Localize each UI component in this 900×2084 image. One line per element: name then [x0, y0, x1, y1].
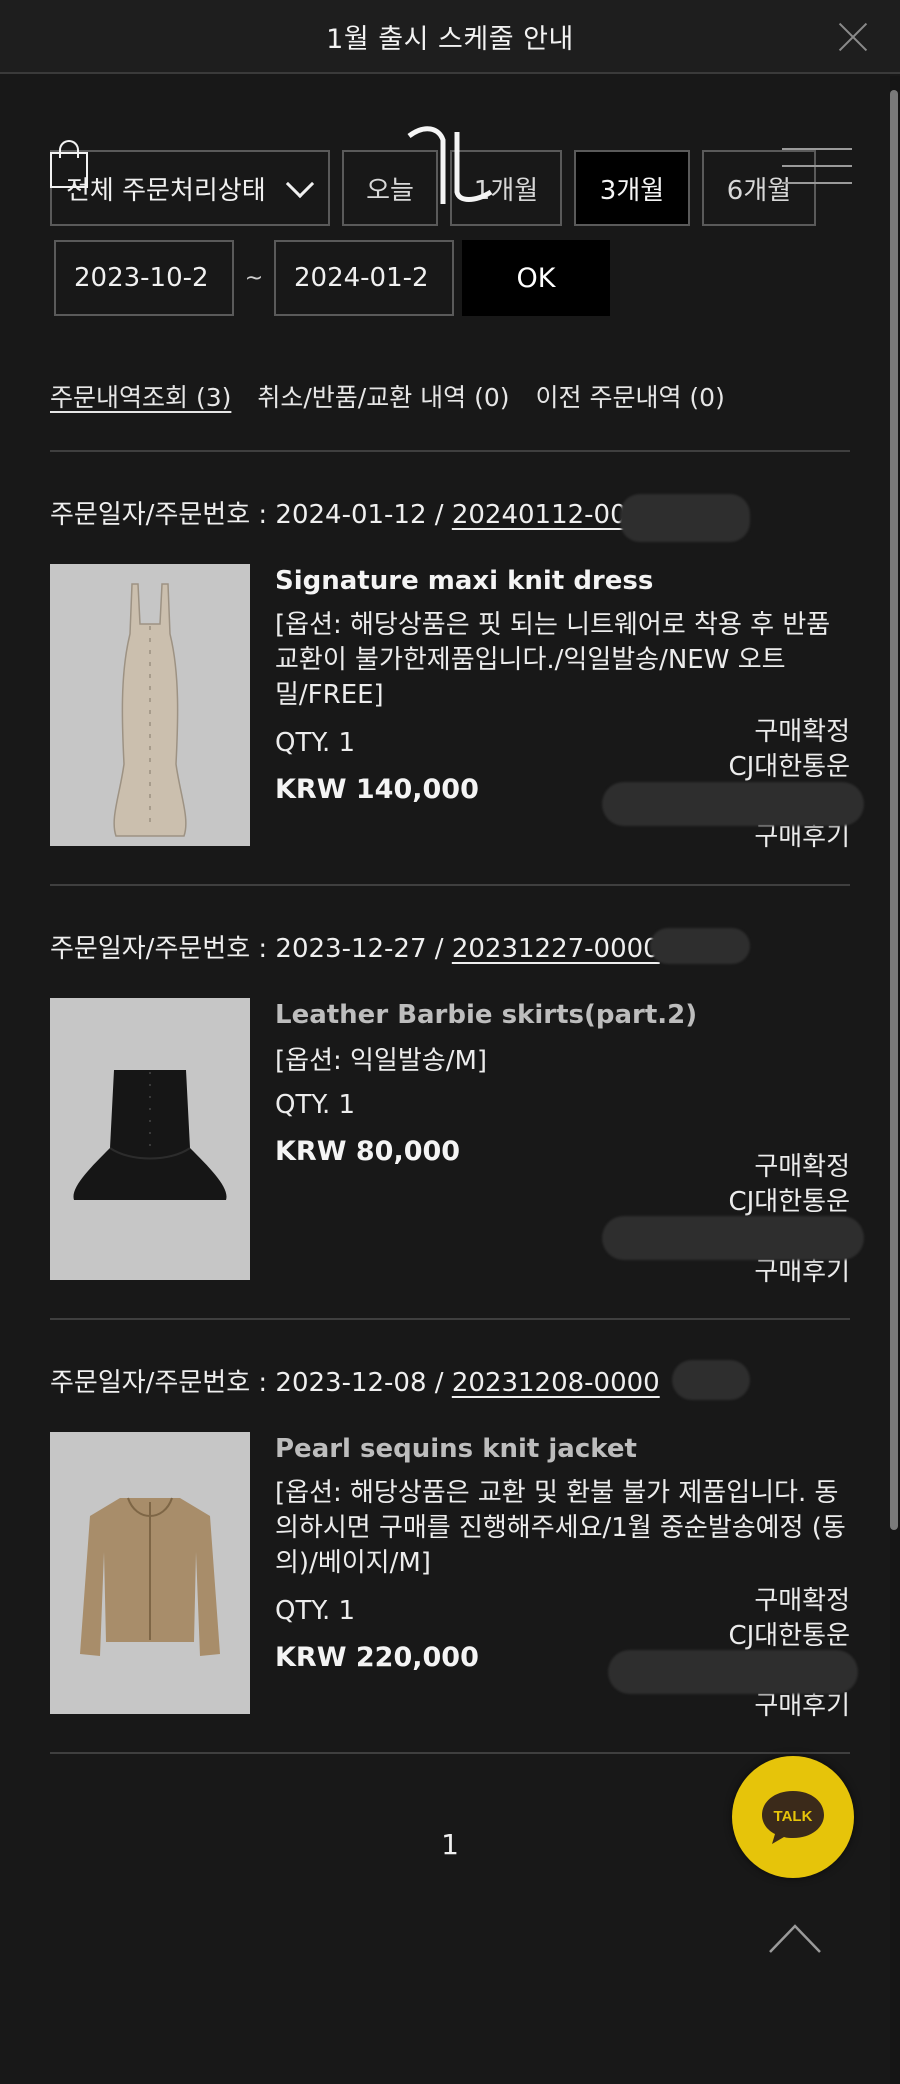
- order-tabs: 주문내역조회 (3) 취소/반품/교환 내역 (0) 이전 주문내역 (0): [50, 378, 725, 414]
- product-options: [옵션: 해당상품은 핏 되는 니트웨어로 착용 후 반품 교환이 불가한제품입…: [275, 610, 831, 710]
- redaction-mark: [608, 1650, 858, 1694]
- product-name[interactable]: Pearl sequins knit jacket: [275, 1434, 637, 1464]
- kakao-talk-button[interactable]: TALK: [732, 1756, 854, 1878]
- order-header: 주문일자/주문번호 : 2024-01-12 / 20240112-00000: [50, 494, 676, 531]
- product-image-dress[interactable]: [50, 564, 250, 846]
- notice-banner[interactable]: 1월 출시 스케줄 안내: [0, 0, 900, 74]
- order-date-label: 주문일자/주문번호 : 2023-12-08 /: [50, 1368, 452, 1398]
- product-price: KRW 80,000: [275, 1136, 461, 1167]
- product-image-jacket[interactable]: [50, 1432, 250, 1714]
- order-status-select[interactable]: 전체 주문처리상태: [50, 150, 330, 226]
- product-price: KRW 220,000: [275, 1642, 479, 1673]
- divider: [50, 450, 850, 452]
- review-link[interactable]: 구매후기: [590, 1689, 850, 1724]
- redaction-mark: [650, 928, 750, 964]
- product-options: [옵션: 익일발송/M]: [275, 1046, 488, 1076]
- chevron-down-icon: [285, 169, 315, 199]
- order-header: 주문일자/주문번호 : 2023-12-08 / 20231208-0000: [50, 1362, 660, 1399]
- product-qty: QTY. 1: [275, 728, 356, 758]
- shopping-bag-icon[interactable]: [50, 140, 88, 188]
- product-name[interactable]: Signature maxi knit dress: [275, 566, 653, 596]
- product-qty: QTY. 1: [275, 1090, 356, 1120]
- courier-name[interactable]: CJ대한통운: [590, 1185, 850, 1220]
- date-to-input[interactable]: 2024-01-2: [274, 240, 454, 316]
- courier-name[interactable]: CJ대한통운: [590, 1619, 850, 1654]
- tab-order-history[interactable]: 주문내역조회 (3): [50, 378, 231, 414]
- divider: [50, 884, 850, 886]
- product-qty: QTY. 1: [275, 1596, 356, 1626]
- divider: [50, 1752, 850, 1754]
- order-status: 구매확정: [754, 1152, 850, 1182]
- hamburger-menu-icon[interactable]: [782, 148, 852, 184]
- order-status-value: 전체 주문처리상태: [66, 175, 266, 206]
- order-date-label: 주문일자/주문번호 : 2023-12-27 /: [50, 934, 452, 964]
- tab-cancel-return[interactable]: 취소/반품/교환 내역 (0): [257, 378, 509, 414]
- scrollbar-thumb[interactable]: [890, 90, 898, 1530]
- product-options: [옵션: 해당상품은 교환 및 환불 불가 제품입니다. 동의하시면 구매를 진…: [275, 1478, 846, 1578]
- order-number-link[interactable]: 20231208-0000: [452, 1368, 660, 1398]
- date-from-input[interactable]: 2023-10-2: [54, 240, 234, 316]
- date-ok-button[interactable]: OK: [462, 240, 610, 316]
- divider: [50, 1318, 850, 1320]
- redaction-mark: [602, 1216, 864, 1260]
- date-range-row: 2023-10-2 ~ 2024-01-2 OK: [54, 240, 610, 316]
- redaction-mark: [602, 782, 864, 826]
- talk-label: TALK: [774, 1808, 813, 1825]
- chat-bubble-icon: TALK: [762, 1791, 824, 1844]
- product-price: KRW 140,000: [275, 774, 479, 805]
- scroll-top-icon[interactable]: [768, 1920, 822, 1954]
- brand-logo[interactable]: [405, 122, 495, 208]
- tab-previous-orders[interactable]: 이전 주문내역 (0): [536, 378, 725, 414]
- page-1-link[interactable]: 1: [441, 1828, 459, 1861]
- order-date-label: 주문일자/주문번호 : 2024-01-12 /: [50, 500, 452, 530]
- product-name[interactable]: Leather Barbie skirts(part.2): [275, 1000, 697, 1030]
- redaction-mark: [672, 1360, 750, 1400]
- review-link[interactable]: 구매후기: [590, 1255, 850, 1290]
- courier-name[interactable]: CJ대한통운: [590, 750, 850, 785]
- order-status: 구매확정: [754, 1586, 850, 1616]
- close-icon[interactable]: [838, 22, 868, 52]
- order-number-link[interactable]: 20231227-0000: [452, 934, 660, 964]
- product-image-skirt[interactable]: [50, 998, 250, 1280]
- redaction-mark: [620, 494, 750, 542]
- order-header: 주문일자/주문번호 : 2023-12-27 / 20231227-0000: [50, 928, 660, 965]
- order-status: 구매확정: [754, 717, 850, 747]
- period-3month-button[interactable]: 3개월: [574, 150, 690, 226]
- notice-title[interactable]: 1월 출시 스케줄 안내: [326, 17, 574, 56]
- date-separator: ~: [244, 265, 264, 291]
